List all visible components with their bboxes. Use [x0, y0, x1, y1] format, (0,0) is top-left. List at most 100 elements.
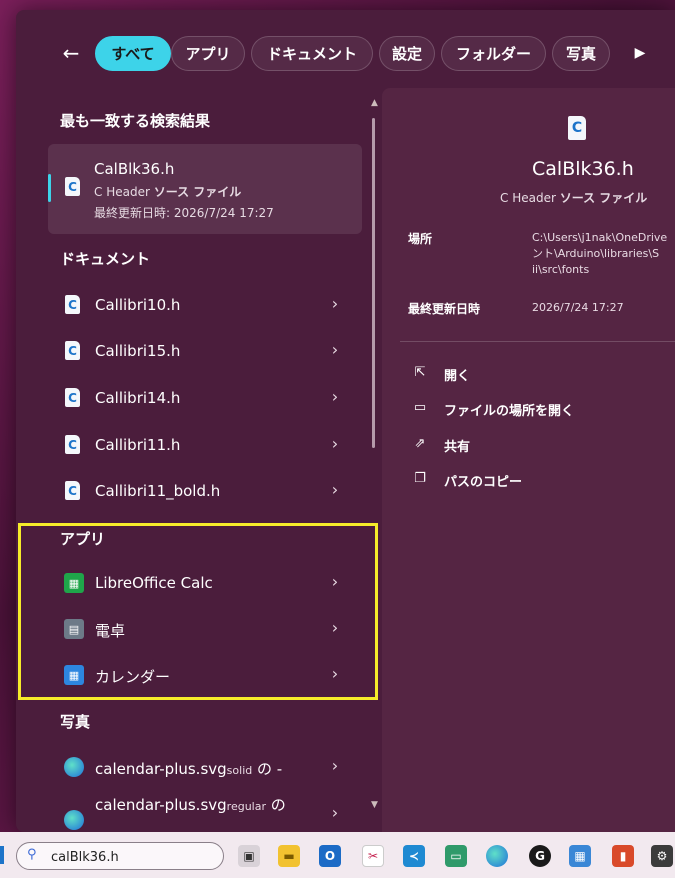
list-item-label: Callibri15.h: [95, 342, 181, 360]
app-item-calculator[interactable]: ▤ 電卓 ›: [48, 609, 362, 649]
snipping-tool-icon[interactable]: ✂: [362, 845, 384, 867]
best-match-date: 最終更新日時: 2026/7/24 17:27: [94, 206, 274, 220]
results-list: 最も一致する検索結果 C CalBlk36.h C Header ソース ファイ…: [16, 98, 378, 834]
c-file-icon: C: [65, 295, 80, 314]
share-icon: ⇗: [414, 436, 426, 451]
c-file-icon: C: [65, 388, 80, 407]
list-item-label: Callibri11_bold.h: [95, 482, 221, 500]
location-value: C:\Users\j1nak\OneDrive ント\Arduino\libra…: [532, 231, 668, 276]
filter-bar: ← すべて アプリ ドキュメント 設定 フォルダー 写真 ▶: [16, 10, 675, 98]
app-item-calendar[interactable]: ▦ カレンダー ›: [48, 655, 362, 695]
taskbar-search-input[interactable]: [51, 847, 211, 867]
best-match-name: CalBlk36.h: [94, 160, 175, 178]
chevron-right-icon[interactable]: ›: [328, 340, 342, 359]
chevron-right-icon[interactable]: ›: [328, 572, 342, 591]
chevron-right-icon[interactable]: ›: [328, 803, 342, 822]
results-scrollbar[interactable]: ▲ ▼: [371, 98, 378, 818]
modified-label: 最終更新日時: [408, 302, 481, 316]
photo-item[interactable]: calendar-plus.svgsolid の - ›: [48, 747, 362, 787]
photo-item[interactable]: calendar-plus.svgregular の ›: [48, 794, 362, 834]
c-file-icon: C: [568, 116, 586, 140]
app-item-label: LibreOffice Calc: [95, 574, 213, 592]
photos-heading: 写真: [60, 713, 91, 731]
edge-icon[interactable]: [486, 845, 508, 867]
chevron-right-icon[interactable]: ›: [328, 434, 342, 453]
settings-icon[interactable]: ⚙: [651, 845, 673, 867]
action-label: 共有: [444, 440, 471, 455]
file-explorer-icon[interactable]: ▬: [278, 845, 300, 867]
libreoffice-calc-icon: ▦: [64, 573, 84, 593]
calculator-icon: ▤: [64, 619, 84, 639]
best-match-heading: 最も一致する検索結果: [60, 112, 211, 130]
details-pane: C CalBlk36.h C Header ソース ファイル 場所 C:\Use…: [382, 88, 675, 832]
action-label: 開く: [444, 369, 471, 384]
c-file-icon: C: [65, 341, 80, 360]
search-icon: ⚲: [27, 847, 37, 862]
app-item-libreoffice-calc[interactable]: ▦ LibreOffice Calc ›: [48, 563, 362, 603]
list-item[interactable]: C Callibri15.h ›: [48, 331, 362, 371]
more-filters-arrow-icon[interactable]: ▶: [630, 43, 650, 63]
modified-value: 2026/7/24 17:27: [532, 301, 624, 314]
filter-chip-settings[interactable]: 設定: [379, 36, 435, 71]
action-label: ファイルの場所を開く: [444, 404, 575, 419]
list-item[interactable]: C Callibri14.h ›: [48, 378, 362, 418]
chevron-right-icon[interactable]: ›: [328, 294, 342, 313]
photo-item-label: calendar-plus.svgsolid の -: [95, 760, 283, 778]
photo-item-label: calendar-plus.svgregular の: [95, 796, 286, 814]
chevron-right-icon[interactable]: ›: [328, 618, 342, 637]
filter-chip-folders[interactable]: フォルダー: [441, 36, 546, 71]
back-button[interactable]: ←: [56, 40, 86, 66]
copy-icon: ❐: [414, 471, 426, 486]
edge-icon: [64, 810, 84, 830]
chevron-right-icon[interactable]: ›: [328, 480, 342, 499]
edge-icon: [64, 757, 84, 777]
list-item-label: Callibri14.h: [95, 389, 181, 407]
action-copy-path[interactable]: ❐ パスのコピー: [412, 470, 612, 492]
filter-chip-all[interactable]: すべて: [95, 36, 171, 71]
control-panel-icon[interactable]: ▦: [569, 845, 591, 867]
folder-icon: ▭: [413, 400, 427, 415]
action-open-file-location[interactable]: ▭ ファイルの場所を開く: [412, 399, 612, 421]
filter-chip-photos[interactable]: 写真: [552, 36, 610, 71]
scrollbar-thumb[interactable]: [372, 118, 375, 448]
logitech-icon[interactable]: G: [529, 845, 551, 867]
details-divider: [400, 341, 675, 342]
chevron-right-icon[interactable]: ›: [328, 756, 342, 775]
list-item[interactable]: C Callibri10.h ›: [48, 285, 362, 325]
outlook-icon[interactable]: O: [319, 845, 341, 867]
taskbar: ⚲ ▣ ▬ O ✂ ≺ ▭ G ▦ ▮ ⚙: [0, 832, 675, 878]
c-file-icon: C: [65, 435, 80, 454]
apps-heading: アプリ: [60, 530, 106, 548]
list-item[interactable]: C Callibri11_bold.h ›: [48, 471, 362, 511]
location-label: 場所: [408, 232, 433, 246]
best-match-result[interactable]: C CalBlk36.h C Header ソース ファイル 最終更新日時: 2…: [48, 144, 362, 234]
app-icon[interactable]: ▮: [612, 845, 634, 867]
filter-chip-apps[interactable]: アプリ: [171, 36, 245, 71]
list-item[interactable]: C Callibri11.h ›: [48, 425, 362, 465]
scroll-down-arrow-icon[interactable]: ▼: [371, 800, 378, 810]
action-label: パスのコピー: [444, 475, 523, 490]
task-view-icon[interactable]: ▣: [238, 845, 260, 867]
chevron-right-icon[interactable]: ›: [328, 387, 342, 406]
taskbar-search-box[interactable]: ⚲: [16, 842, 224, 870]
scroll-up-arrow-icon[interactable]: ▲: [371, 98, 378, 108]
action-share[interactable]: ⇗ 共有: [412, 435, 612, 457]
app-item-label: カレンダー: [95, 668, 171, 686]
action-open[interactable]: ⇱ 開く: [412, 364, 612, 386]
details-title: CalBlk36.h: [532, 158, 634, 180]
filter-chip-documents[interactable]: ドキュメント: [251, 36, 373, 71]
search-panel: ← すべて アプリ ドキュメント 設定 フォルダー 写真 ▶ 最も一致する検索結…: [16, 10, 675, 832]
list-item-label: Callibri11.h: [95, 436, 181, 454]
open-external-icon: ⇱: [414, 365, 426, 380]
remote-desktop-icon[interactable]: ▭: [445, 845, 467, 867]
chevron-right-icon[interactable]: ›: [328, 664, 342, 683]
documents-heading: ドキュメント: [60, 250, 151, 268]
app-item-label: 電卓: [95, 622, 126, 640]
list-item-label: Callibri10.h: [95, 296, 181, 314]
details-type: C Header ソース ファイル: [500, 191, 648, 205]
c-file-icon: C: [65, 481, 80, 500]
c-file-icon: C: [65, 177, 80, 196]
taskbar-edge-indicator: [0, 846, 4, 864]
vscode-icon[interactable]: ≺: [403, 845, 425, 867]
calendar-icon: ▦: [64, 665, 84, 685]
